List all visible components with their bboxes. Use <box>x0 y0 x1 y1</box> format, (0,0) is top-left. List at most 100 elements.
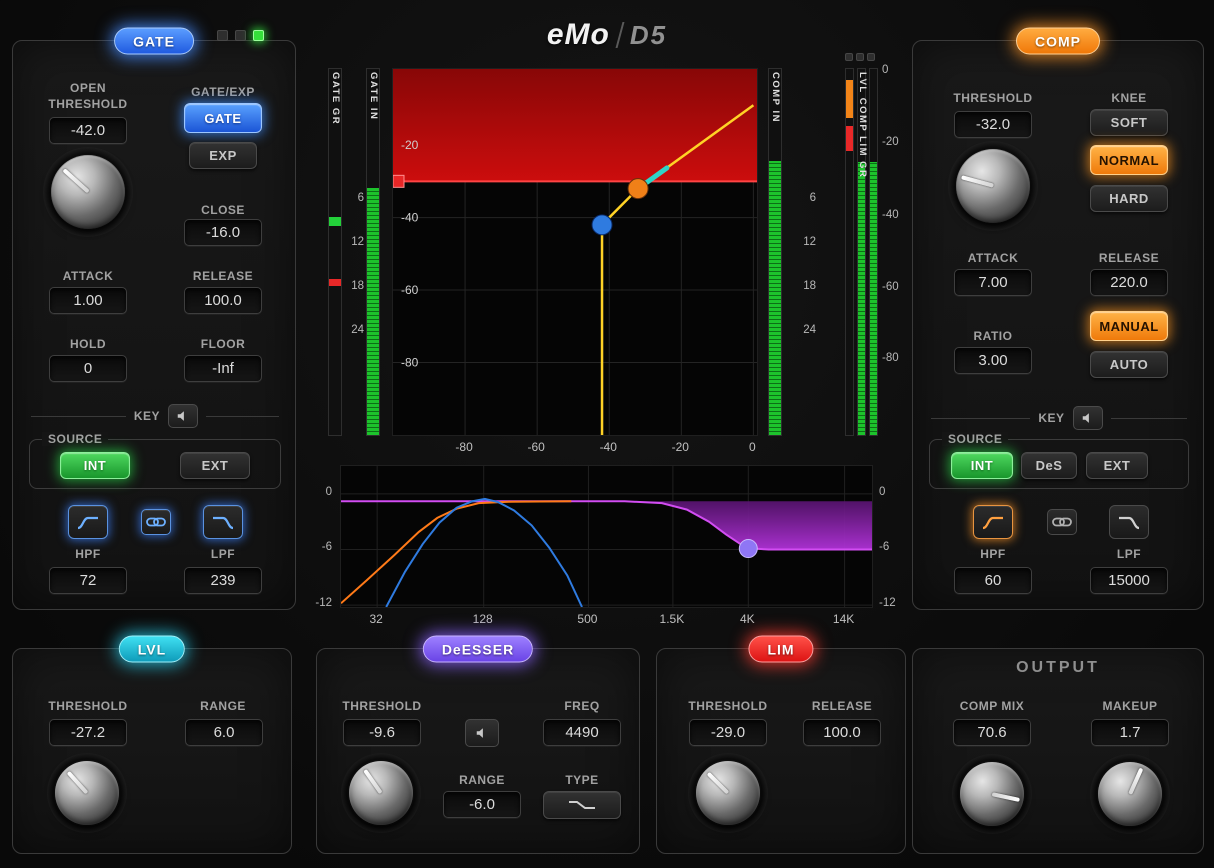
comp-hpf-button[interactable] <box>973 505 1013 539</box>
makeup-knob[interactable] <box>1090 754 1170 834</box>
logo-model: D5 <box>629 19 668 50</box>
gate-lpf-button[interactable] <box>203 505 243 539</box>
gate-open-threshold-knob[interactable] <box>43 147 133 237</box>
comp-section-toggle[interactable]: COMP <box>1016 27 1100 55</box>
comp-release-auto-button[interactable]: AUTO <box>1090 351 1168 378</box>
makeup-label: MAKEUP <box>1102 699 1158 713</box>
gate-release-label: RELEASE <box>192 269 254 283</box>
lim-release-value[interactable]: 100.0 <box>803 719 881 746</box>
comp-source-int-button[interactable]: INT <box>951 452 1013 479</box>
deesser-threshold-label: THRESHOLD <box>342 699 422 713</box>
comp-ratio-value[interactable]: 3.00 <box>954 347 1032 374</box>
gate-in-meter <box>366 68 380 436</box>
comp-mix-value[interactable]: 70.6 <box>953 719 1031 746</box>
io-scale: 0 -20 -40 -60 -80 <box>882 63 899 364</box>
gate-close-value[interactable]: -16.0 <box>184 219 262 246</box>
gate-hpf-value[interactable]: 72 <box>49 567 127 594</box>
lvl-range-value[interactable]: 6.0 <box>185 719 263 746</box>
gate-filter-link-button[interactable] <box>141 509 171 535</box>
gate-attack-value[interactable]: 1.00 <box>49 287 127 314</box>
comp-release-manual-button[interactable]: MANUAL <box>1090 311 1168 341</box>
comp-ratio-label: RATIO <box>973 329 1013 343</box>
comp-release-label: RELEASE <box>1098 251 1160 265</box>
comp-hpf-value[interactable]: 60 <box>954 567 1032 594</box>
comp-threshold-label: THRESHOLD <box>953 91 1033 105</box>
gate-panel: GATE OPEN THRESHOLD -42.0 GATE/EXP GATE … <box>12 27 296 610</box>
deesser-section-toggle[interactable]: DeESSER <box>422 635 534 663</box>
lim-threshold-knob[interactable] <box>688 753 768 833</box>
comp-attack-value[interactable]: 7.00 <box>954 269 1032 296</box>
lim-panel: LIM THRESHOLD -29.0 RELEASE 100.0 <box>656 635 906 854</box>
link-icon <box>1052 517 1072 527</box>
gate-gr-meter-label: GATE GR <box>330 72 341 126</box>
comp-threshold-knob[interactable] <box>948 141 1038 231</box>
comp-knee-soft-button[interactable]: SOFT <box>1090 109 1168 136</box>
gate-status-leds <box>217 30 264 41</box>
gate-hold-label: HOLD <box>70 337 106 351</box>
lim-threshold-label: THRESHOLD <box>688 699 768 713</box>
lvl-section-toggle[interactable]: LVL <box>118 635 186 663</box>
speaker-icon <box>476 728 483 738</box>
gate-key-listen-button[interactable] <box>168 404 199 428</box>
deesser-type-label: TYPE <box>565 773 599 787</box>
comp-filter-link-button[interactable] <box>1047 509 1077 535</box>
comp-lpf-button[interactable] <box>1109 505 1149 539</box>
lvl-threshold-value[interactable]: -27.2 <box>49 719 127 746</box>
svg-text:-60: -60 <box>401 283 419 297</box>
gate-lpf-value[interactable]: 239 <box>184 567 262 594</box>
lim-section-toggle[interactable]: LIM <box>748 635 814 663</box>
led-off <box>856 53 864 61</box>
gate-mode-exp-button[interactable]: EXP <box>189 142 257 169</box>
transfer-graph-x-axis: -80 -60 -40 -20 0 <box>455 440 756 454</box>
svg-text:-80: -80 <box>401 356 419 370</box>
comp-knee-normal-button[interactable]: NORMAL <box>1090 145 1168 175</box>
gate-source-ext-button[interactable]: EXT <box>180 452 250 479</box>
comp-source-label: SOURCE <box>942 432 1009 446</box>
gate-mode-gate-button[interactable]: GATE <box>184 103 262 133</box>
logo-divider <box>615 22 625 48</box>
deesser-type-button[interactable] <box>543 791 621 819</box>
gate-source-int-button[interactable]: INT <box>60 452 130 479</box>
deesser-threshold-knob[interactable] <box>341 753 421 833</box>
lvl-range-label: RANGE <box>200 699 246 713</box>
makeup-value[interactable]: 1.7 <box>1091 719 1169 746</box>
sidechain-eq-graph[interactable] <box>340 465 873 608</box>
gate-release-value[interactable]: 100.0 <box>184 287 262 314</box>
comp-lpf-label: LPF <box>1116 547 1142 561</box>
led-on <box>253 30 264 41</box>
gate-close-label: CLOSE <box>201 203 245 217</box>
deesser-threshold-value[interactable]: -9.6 <box>343 719 421 746</box>
comp-source-des-button[interactable]: DeS <box>1021 452 1077 479</box>
gate-hpf-button[interactable] <box>68 505 108 539</box>
comp-threshold-value[interactable]: -32.0 <box>954 111 1032 138</box>
high-shelf-cut-icon <box>569 801 595 809</box>
gr-clip-leds <box>845 53 875 61</box>
comp-knee-hard-button[interactable]: HARD <box>1090 185 1168 212</box>
lowpass-filter-icon <box>1119 516 1140 530</box>
gate-floor-value[interactable]: -Inf <box>184 355 262 382</box>
divider <box>1110 417 1187 419</box>
lvl-threshold-label: THRESHOLD <box>48 699 128 713</box>
lim-threshold-value[interactable]: -29.0 <box>689 719 767 746</box>
lvl-threshold-knob[interactable] <box>47 753 127 833</box>
dynamics-transfer-graph[interactable]: -20 -40 -60 -80 <box>392 68 758 436</box>
comp-key-listen-button[interactable] <box>1072 406 1103 430</box>
gate-section-toggle[interactable]: GATE <box>114 27 194 55</box>
deesser-freq-value[interactable]: 4490 <box>543 719 621 746</box>
gr-scale-left: 6 12 18 24 <box>351 191 364 337</box>
comp-hpf-label: HPF <box>980 547 1006 561</box>
comp-mix-knob[interactable] <box>952 754 1032 834</box>
comp-key-row: KEY <box>931 405 1187 431</box>
gate-hold-value[interactable]: 0 <box>49 355 127 382</box>
deesser-range-value[interactable]: -6.0 <box>443 791 521 818</box>
gate-attack-label: ATTACK <box>62 269 114 283</box>
deesser-listen-button[interactable] <box>465 719 499 747</box>
gate-open-threshold-value[interactable]: -42.0 <box>49 117 127 144</box>
led-off <box>845 53 853 61</box>
comp-source-ext-button[interactable]: EXT <box>1086 452 1148 479</box>
led-off <box>235 30 246 41</box>
comp-lpf-value[interactable]: 15000 <box>1090 567 1168 594</box>
divider <box>931 417 1031 419</box>
comp-source-group: SOURCE INT DeS EXT <box>929 432 1189 489</box>
comp-release-value[interactable]: 220.0 <box>1090 269 1168 296</box>
